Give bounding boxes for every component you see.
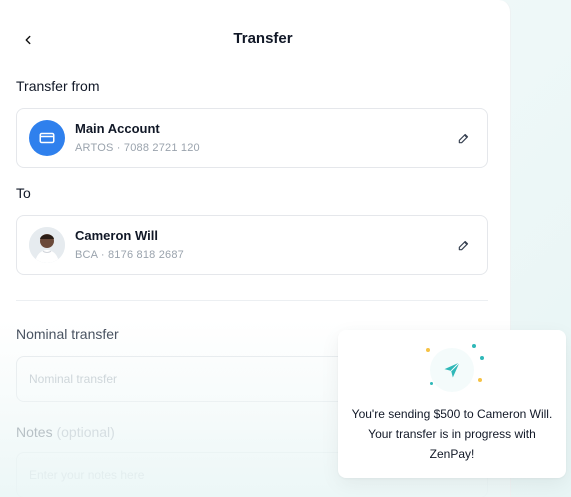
header: Transfer	[0, 20, 510, 60]
spark-dot	[478, 378, 482, 382]
pencil-icon	[458, 133, 469, 144]
spark-dot	[472, 344, 476, 348]
to-label: To	[16, 185, 31, 201]
recipient-name: Cameron Will	[75, 228, 158, 243]
divider	[16, 300, 488, 301]
spark-dot	[430, 382, 433, 385]
page-title: Transfer	[233, 30, 293, 47]
account-avatar	[29, 120, 65, 156]
notes-optional-text: (optional)	[56, 424, 115, 440]
from-account-card[interactable]: Main Account ARTOS · 7088 2721 120	[16, 108, 488, 168]
pencil-icon	[458, 240, 469, 251]
spark-dot	[426, 348, 430, 352]
paper-plane-icon	[444, 362, 460, 378]
recipient-avatar	[29, 227, 65, 263]
edit-to-button[interactable]	[455, 236, 473, 254]
account-detail: ARTOS · 7088 2721 120	[75, 142, 200, 154]
spark-dot	[480, 356, 484, 360]
edit-from-button[interactable]	[455, 129, 473, 147]
transfer-success-toast: You're sending $500 to Cameron Will. You…	[338, 330, 566, 478]
account-name: Main Account	[75, 121, 160, 136]
notes-label-text: Notes	[16, 424, 53, 440]
recipient-detail: BCA · 8176 818 2687	[75, 249, 184, 261]
nominal-label: Nominal transfer	[16, 326, 119, 342]
toast-message: You're sending $500 to Cameron Will. You…	[351, 407, 553, 461]
send-badge	[430, 348, 474, 392]
card-icon	[39, 132, 55, 144]
notes-label: Notes (optional)	[16, 424, 115, 440]
person-avatar-icon	[29, 227, 65, 263]
to-recipient-card[interactable]: Cameron Will BCA · 8176 818 2687	[16, 215, 488, 275]
transfer-from-label: Transfer from	[16, 78, 100, 94]
